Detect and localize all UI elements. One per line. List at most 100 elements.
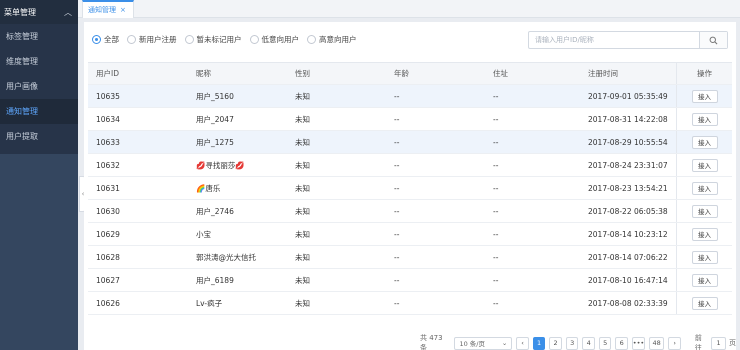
cell-gender: 未知 — [295, 252, 310, 262]
filter-high-intent[interactable]: 高意向用户 — [307, 34, 357, 45]
close-icon[interactable]: × — [120, 6, 126, 14]
cell-age: -- — [394, 252, 400, 262]
radio-icon — [184, 35, 194, 44]
table-row: 10632 💋寻找丽莎💋 未知 -- -- 2017-08-24 23:31:07 接入 — [88, 154, 732, 177]
page-button[interactable]: 3 — [565, 336, 579, 350]
sidebar-empty-area — [0, 154, 78, 350]
access-button[interactable]: 接入 — [691, 273, 718, 287]
cell-register-time: 2017-09-01 05:35:49 — [588, 91, 668, 101]
page-button[interactable]: 4 — [582, 336, 595, 350]
cell-action: 接入 — [676, 108, 732, 130]
cell-age: -- — [394, 229, 400, 239]
sidebar-item-tags[interactable]: 标签管理 — [0, 24, 78, 49]
col-register-time[interactable]: 注册时间 — [584, 68, 676, 79]
cell-action: 接入 — [676, 177, 732, 199]
cell-user-id: 10633 — [96, 137, 120, 147]
search-input[interactable] — [529, 32, 699, 48]
radio-icon — [307, 35, 316, 44]
filter-label: 暂未标记用户 — [196, 35, 242, 44]
access-button[interactable]: 接入 — [691, 227, 718, 241]
cell-action: 接入 — [676, 292, 732, 314]
sidebar-title: 菜单管理 — [4, 7, 36, 17]
page-size-value: 10 条/页 — [459, 340, 485, 348]
table-row: 10629 小宝 未知 -- -- 2017-08-14 10:23:12 接入 — [88, 223, 732, 246]
cell-address: -- — [493, 137, 499, 147]
page-size-select[interactable]: 10 条/页 ⌄ — [454, 336, 513, 350]
filter-all[interactable]: 全部 — [92, 34, 119, 45]
access-button[interactable]: 接入 — [691, 204, 718, 218]
cell-action: 接入 — [676, 154, 732, 176]
search-button[interactable] — [699, 32, 727, 48]
cell-register-time: 2017-08-08 02:33:39 — [588, 298, 668, 308]
access-button[interactable]: 接入 — [691, 158, 718, 172]
sidebar-item-notifications[interactable]: 通知管理 — [0, 99, 78, 124]
filter-low-intent[interactable]: 低意向用户 — [249, 34, 300, 45]
cell-nickname: 用户_1275 — [196, 137, 234, 147]
access-button[interactable]: 接入 — [691, 181, 718, 195]
radio-checked-icon — [92, 35, 101, 44]
cell-age: -- — [394, 275, 400, 285]
cell-user-id: 10632 — [96, 160, 120, 170]
sidebar-item-dimensions[interactable]: 维度管理 — [0, 49, 78, 74]
more-pages-button[interactable]: ••• — [632, 336, 645, 350]
access-button[interactable]: 接入 — [691, 135, 718, 149]
goto-page-input[interactable]: 1 — [710, 336, 727, 350]
cell-gender: 未知 — [295, 137, 310, 147]
cell-register-time: 2017-08-24 23:31:07 — [588, 160, 668, 170]
filter-label: 高意向用户 — [319, 35, 357, 44]
sidebar: 菜单管理 ︿ 标签管理 维度管理 用户画像 通知管理 用户提取 — [0, 0, 78, 350]
cell-age: -- — [394, 206, 400, 216]
col-nickname[interactable]: 昵称 — [188, 68, 287, 79]
filter-new-users[interactable]: 新用户注册 — [127, 34, 177, 45]
user-table: 用户ID 昵称 性别 年龄 住址 注册时间 操作 10635 用户_5160 未知 -… — [88, 62, 732, 315]
cell-age: -- — [394, 298, 400, 308]
cell-register-time: 2017-08-31 14:22:08 — [588, 114, 668, 124]
col-user-id[interactable]: 用户ID — [88, 68, 188, 79]
page-button[interactable]: 6 — [615, 336, 628, 350]
filter-unmarked[interactable]: 暂未标记用户 — [184, 34, 242, 45]
cell-user-id: 10635 — [96, 91, 120, 101]
col-address[interactable]: 住址 — [485, 68, 584, 79]
cell-nickname: 用户_6189 — [196, 275, 234, 285]
col-gender[interactable]: 性别 — [287, 68, 386, 79]
tab-label: 通知管理 — [88, 6, 116, 14]
cell-action: 接入 — [676, 223, 732, 245]
cell-nickname: 🌈唐乐 — [196, 183, 221, 193]
sidebar-item-user-profile[interactable]: 用户画像 — [0, 74, 78, 99]
cell-nickname: 用户_2047 — [196, 114, 234, 124]
cell-action: 接入 — [676, 131, 732, 153]
access-button[interactable]: 接入 — [691, 112, 718, 126]
total-count: 共 473 条 — [420, 334, 443, 350]
cell-gender: 未知 — [295, 160, 310, 170]
cell-user-id: 10629 — [96, 229, 120, 239]
prev-page-button[interactable]: ‹ — [516, 336, 529, 350]
sidebar-item-user-extract[interactable]: 用户提取 — [0, 124, 78, 149]
access-button[interactable]: 接入 — [691, 89, 718, 103]
main-panel: 全部 新用户注册 暂未标记用户 低意向用户 高意向用户 用户ID 昵称 性别 年… — [84, 22, 736, 350]
next-page-button[interactable]: › — [668, 336, 681, 350]
cell-address: -- — [493, 183, 499, 193]
table-row: 10635 用户_5160 未知 -- -- 2017-09-01 05:35:49 接入 — [88, 85, 732, 108]
cell-gender: 未知 — [295, 275, 310, 285]
sidebar-header[interactable]: 菜单管理 ︿ — [0, 0, 78, 24]
tab-notifications[interactable]: 通知管理 × — [82, 0, 134, 18]
filter-label: 低意向用户 — [261, 35, 300, 44]
chevron-up-icon: ︿ — [64, 7, 72, 17]
page-button[interactable]: 48 — [649, 336, 665, 350]
table-row: 10626 Lv-疯子 未知 -- -- 2017-08-08 02:33:39 接入 — [88, 292, 732, 315]
filter-label: 全部 — [104, 35, 119, 44]
cell-age: -- — [394, 183, 400, 193]
cell-nickname: 郭洪涛@光大信托 — [196, 252, 256, 262]
radio-icon — [249, 35, 259, 44]
cell-register-time: 2017-08-23 13:54:21 — [588, 183, 668, 193]
page-button[interactable]: 2 — [549, 336, 562, 350]
access-button[interactable]: 接入 — [691, 296, 718, 310]
table-row: 10628 郭洪涛@光大信托 未知 -- -- 2017-08-14 07:06:22 接入 — [88, 246, 732, 269]
search-box — [528, 31, 728, 49]
page-button[interactable]: 1 — [532, 336, 546, 350]
access-button[interactable]: 接入 — [691, 250, 718, 264]
table-row: 10631 🌈唐乐 未知 -- -- 2017-08-23 13:54:21 接入 — [88, 177, 732, 200]
col-age[interactable]: 年龄 — [386, 68, 485, 79]
page-button[interactable]: 5 — [598, 336, 612, 350]
cell-user-id: 10631 — [96, 183, 120, 193]
